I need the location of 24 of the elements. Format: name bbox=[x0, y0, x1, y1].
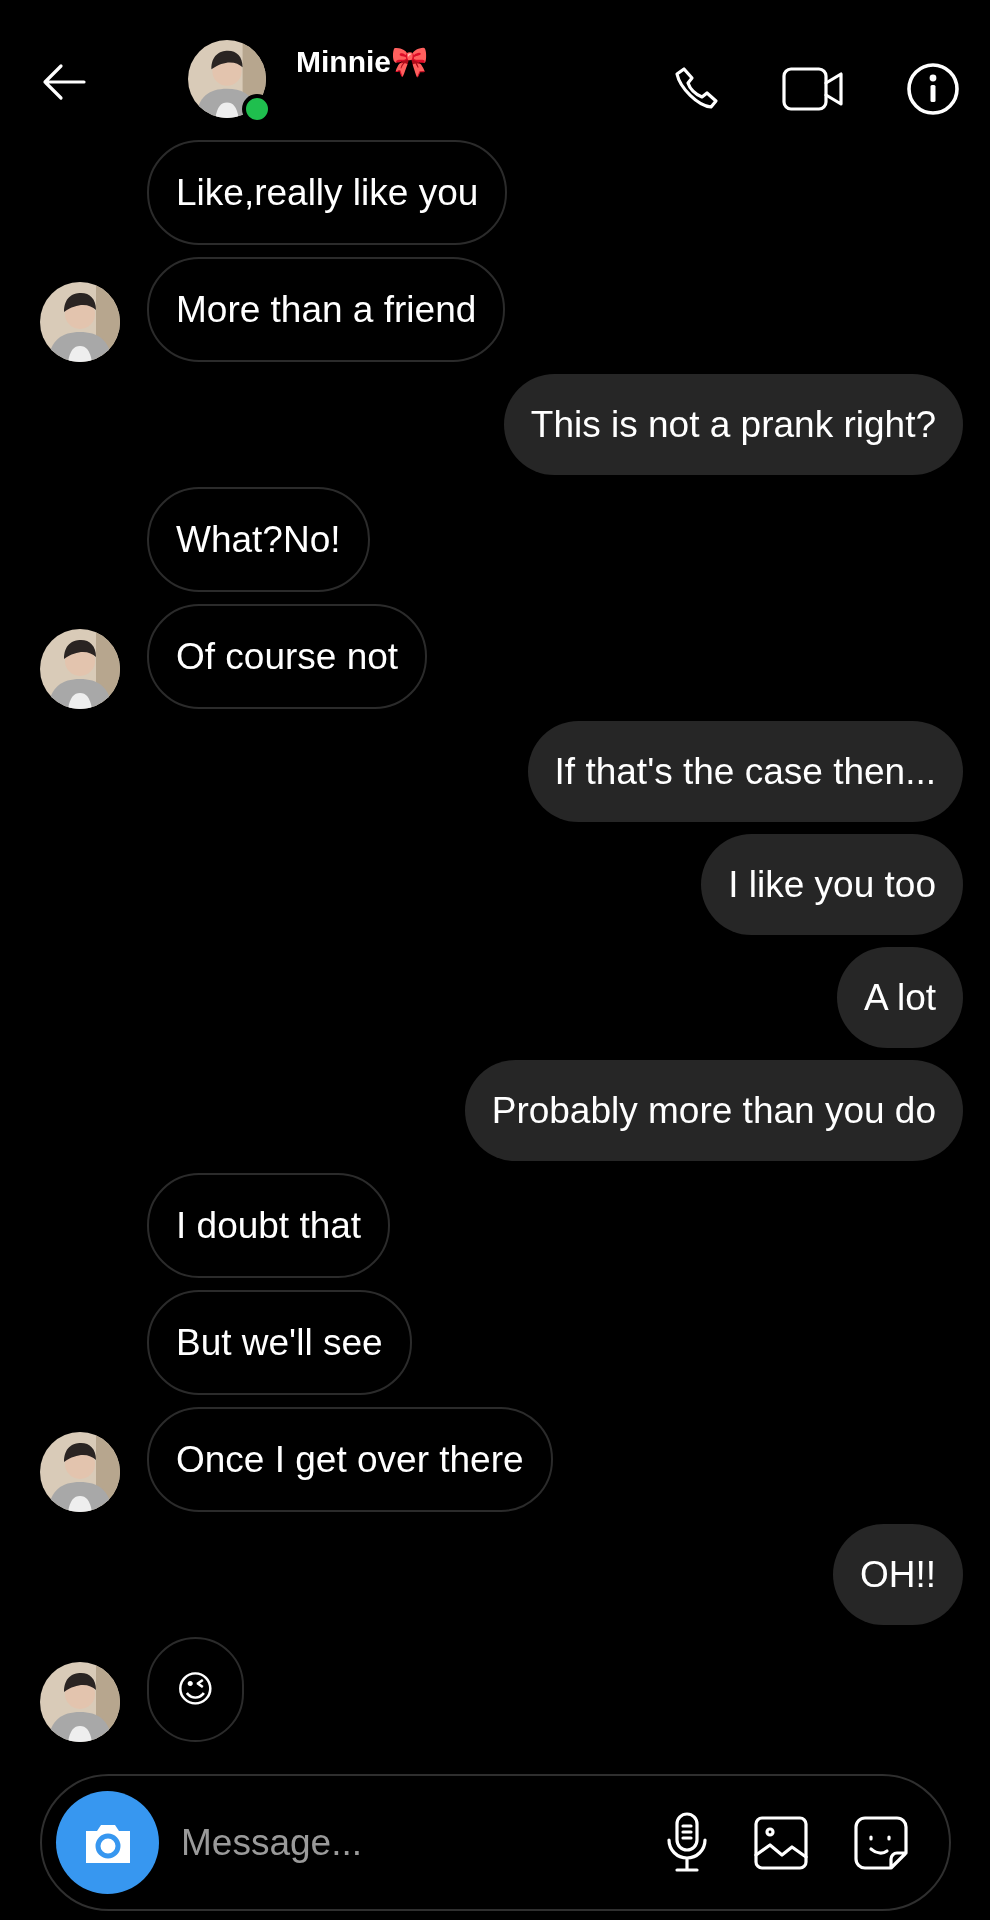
sent-message: A lot bbox=[837, 947, 963, 1048]
sent-message: Probably more than you do bbox=[464, 1060, 963, 1161]
received-message: I doubt that bbox=[147, 1173, 391, 1278]
image-icon[interactable] bbox=[753, 1814, 809, 1871]
sent-message: OH!! bbox=[832, 1524, 963, 1625]
info-icon[interactable] bbox=[906, 62, 960, 116]
received-message: More than a friend bbox=[147, 257, 506, 362]
sent-message: I like you too bbox=[701, 834, 963, 935]
sticker-icon[interactable] bbox=[853, 1814, 909, 1871]
received-message: 😉 bbox=[147, 1637, 244, 1742]
received-message: But we'll see bbox=[147, 1290, 412, 1395]
message-composer[interactable]: Message... bbox=[40, 1774, 951, 1911]
microphone-icon[interactable] bbox=[665, 1811, 709, 1874]
video-camera-icon[interactable] bbox=[782, 65, 844, 113]
received-message: Once I get over there bbox=[147, 1407, 553, 1512]
received-message: Of course not bbox=[147, 604, 428, 709]
phone-icon[interactable] bbox=[674, 66, 720, 112]
received-message: Like,really like you bbox=[147, 140, 508, 245]
camera-button[interactable] bbox=[56, 1791, 159, 1894]
received-message: What?No! bbox=[147, 487, 370, 592]
sent-message: This is not a prank right? bbox=[503, 374, 963, 475]
contact-name[interactable]: Minnie🎀 bbox=[296, 44, 428, 80]
message-input[interactable]: Message... bbox=[179, 1813, 559, 1872]
sent-message: If that's the case then... bbox=[527, 721, 963, 822]
